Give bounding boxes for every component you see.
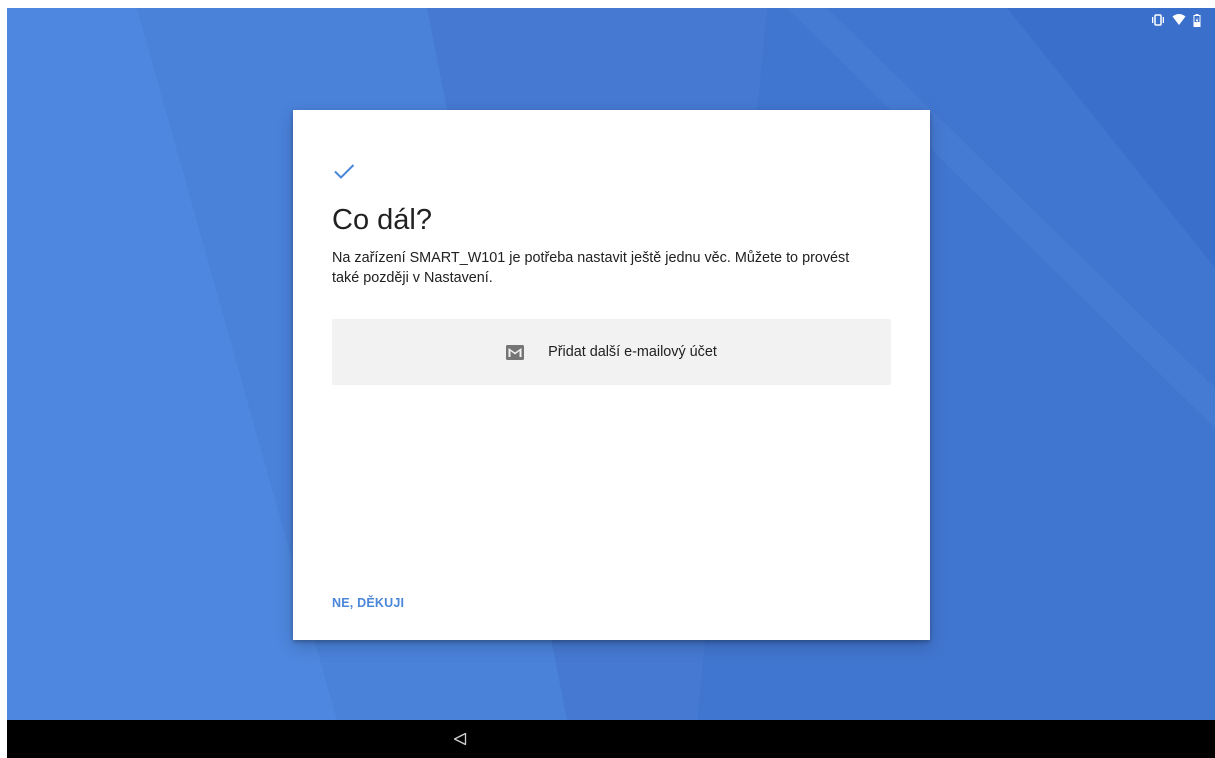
back-icon — [453, 732, 467, 746]
navigation-bar — [7, 720, 1215, 758]
check-icon — [333, 160, 355, 182]
battery-icon — [1193, 13, 1201, 27]
setup-dialog: Co dál? Na zařízení SMART_W101 je potřeb… — [293, 110, 930, 640]
add-email-account-label: Přidat další e-mailový účet — [548, 344, 717, 360]
status-bar — [1055, 8, 1215, 32]
description-text: Na zařízení SMART_W101 je potřeba nastav… — [332, 250, 850, 286]
no-thanks-button[interactable]: NE, DĚKUJI — [332, 596, 404, 610]
mail-icon — [506, 344, 525, 360]
tablet-screen: Co dál? Na zařízení SMART_W101 je potřeb… — [7, 8, 1215, 758]
vibrate-icon — [1151, 13, 1165, 27]
add-email-account-button[interactable]: Přidat další e-mailový účet — [332, 319, 891, 385]
page-title: Co dál? — [332, 204, 432, 236]
wifi-icon — [1172, 13, 1186, 27]
back-button[interactable] — [451, 730, 469, 748]
